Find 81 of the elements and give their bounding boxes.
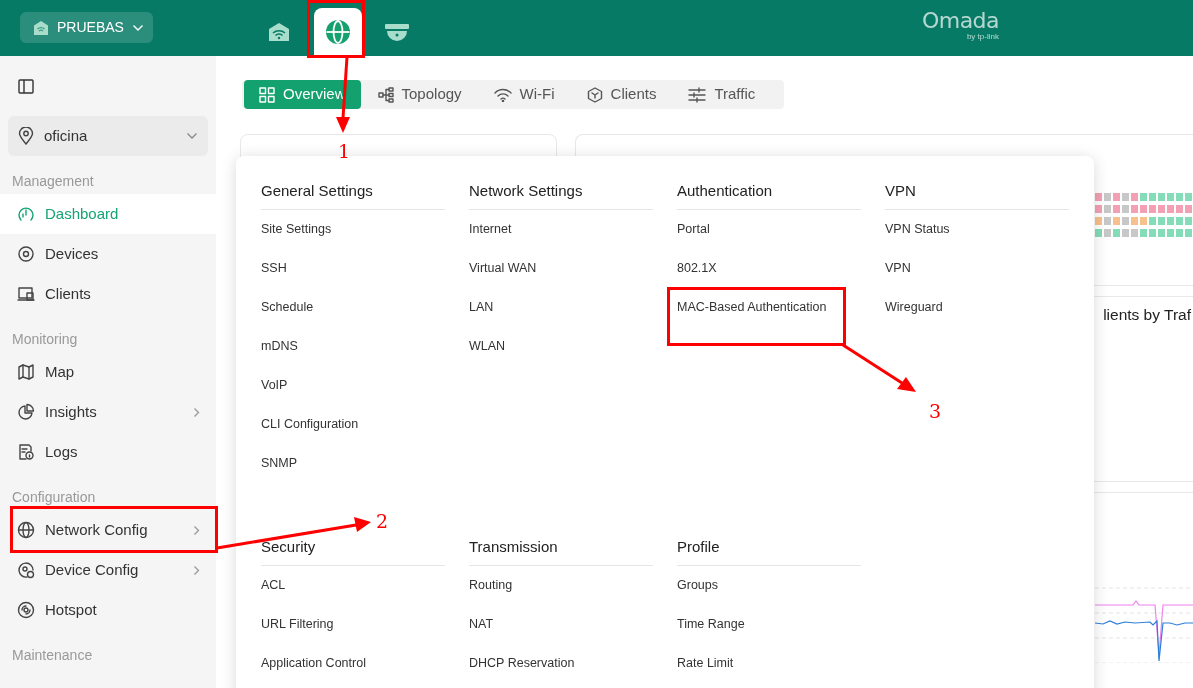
menu-link[interactable]: URL Filtering xyxy=(261,615,334,634)
menu-link[interactable]: VoIP xyxy=(261,376,288,395)
menu-heading: Transmission xyxy=(469,537,558,558)
device-icon xyxy=(17,245,35,263)
section-heading: Maintenance xyxy=(12,647,93,663)
grid-icon xyxy=(259,86,275,103)
menu-link[interactable]: Rate Limit xyxy=(677,654,734,673)
menu-link[interactable]: 802.1X xyxy=(677,259,717,278)
pie-chart-icon xyxy=(17,403,35,421)
menu-heading: Profile xyxy=(677,537,720,558)
sidebar-item[interactable]: Logs xyxy=(0,432,216,472)
sidebar-item[interactable]: Insights xyxy=(0,392,216,432)
house-wifi-icon xyxy=(268,22,290,42)
view-tab[interactable]: Traffic xyxy=(673,80,771,109)
section-heading: Management xyxy=(12,173,94,189)
sidebar-item[interactable]: Device Config xyxy=(0,550,216,590)
chevron-down-icon xyxy=(186,132,198,140)
menu-heading: Security xyxy=(261,537,316,558)
camera-icon xyxy=(384,23,410,41)
menu-link[interactable]: Routing xyxy=(469,576,513,595)
cube-icon xyxy=(586,86,603,103)
menu-heading: General Settings xyxy=(261,181,373,202)
menu-link[interactable]: Virtual WAN xyxy=(469,259,537,278)
wifi-icon xyxy=(493,87,512,102)
menu-link[interactable]: Site Settings xyxy=(261,220,332,239)
site-icon xyxy=(33,19,49,36)
hotspot-icon xyxy=(17,601,35,619)
menu-link[interactable]: Portal xyxy=(677,220,710,239)
globe-icon xyxy=(17,521,35,539)
sidebar-toggle-icon[interactable] xyxy=(18,78,34,94)
sidebar-item[interactable]: Hotspot xyxy=(0,590,216,630)
step-number: 1 xyxy=(338,140,351,162)
gauge-icon xyxy=(17,205,35,223)
app-tab[interactable] xyxy=(314,8,362,56)
menu-heading: VPN xyxy=(885,181,916,202)
view-tab[interactable]: Clients xyxy=(571,80,672,109)
menu-link[interactable]: DHCP Reservation xyxy=(469,654,575,673)
device-gear-icon xyxy=(17,561,35,579)
globe-icon xyxy=(325,19,351,45)
chevron-down-icon xyxy=(131,23,144,32)
menu-link[interactable]: CLI Configuration xyxy=(261,415,359,434)
sidebar-item[interactable]: Devices xyxy=(0,234,216,274)
location-pin-icon xyxy=(18,127,34,145)
location-selector[interactable]: oficina xyxy=(8,116,208,156)
highlight-frame xyxy=(307,0,365,58)
menu-link[interactable]: Application Control xyxy=(261,654,366,673)
menu-link[interactable]: Time Range xyxy=(677,615,745,634)
menu-link[interactable]: Groups xyxy=(677,576,718,595)
topology-icon xyxy=(377,86,394,103)
step-number: 3 xyxy=(929,400,942,422)
logo-text: Omada xyxy=(922,10,999,32)
card-title: lients by Traf xyxy=(1103,305,1191,325)
monitor-icon xyxy=(17,285,35,303)
menu-link[interactable]: ACL xyxy=(261,576,286,595)
menu-link[interactable]: WLAN xyxy=(469,337,506,356)
sidebar-item[interactable]: Clients xyxy=(0,274,216,314)
menu-link[interactable]: MAC-Based Authentication xyxy=(677,298,827,317)
menu-link[interactable]: Wireguard xyxy=(885,298,943,317)
menu-link[interactable]: VPN Status xyxy=(885,220,950,239)
menu-link[interactable]: SNMP xyxy=(261,454,298,473)
menu-link[interactable]: Schedule xyxy=(261,298,314,317)
view-tab[interactable]: Wi-Fi xyxy=(478,80,570,109)
section-heading: Monitoring xyxy=(12,331,78,347)
log-icon xyxy=(17,443,35,461)
menu-link[interactable]: SSH xyxy=(261,259,287,278)
sliders-icon xyxy=(688,86,707,103)
site-selector[interactable]: PRUEBAS xyxy=(20,12,153,43)
sidebar-item[interactable]: Network Config xyxy=(0,510,216,550)
logo-byline: by tp-link xyxy=(966,32,999,42)
menu-link[interactable]: mDNS xyxy=(261,337,298,356)
sidebar-item[interactable]: Map xyxy=(0,352,216,392)
section-heading: Configuration xyxy=(12,489,96,505)
menu-heading: Authentication xyxy=(677,181,773,202)
step-number: 2 xyxy=(376,510,389,532)
menu-link[interactable]: VPN xyxy=(885,259,911,278)
menu-heading: Network Settings xyxy=(469,181,583,202)
menu-link[interactable]: Internet xyxy=(469,220,512,239)
map-icon xyxy=(17,363,35,381)
view-tab[interactable]: Topology xyxy=(362,80,477,109)
menu-link[interactable]: NAT xyxy=(469,615,494,634)
menu-link[interactable]: LAN xyxy=(469,298,494,317)
